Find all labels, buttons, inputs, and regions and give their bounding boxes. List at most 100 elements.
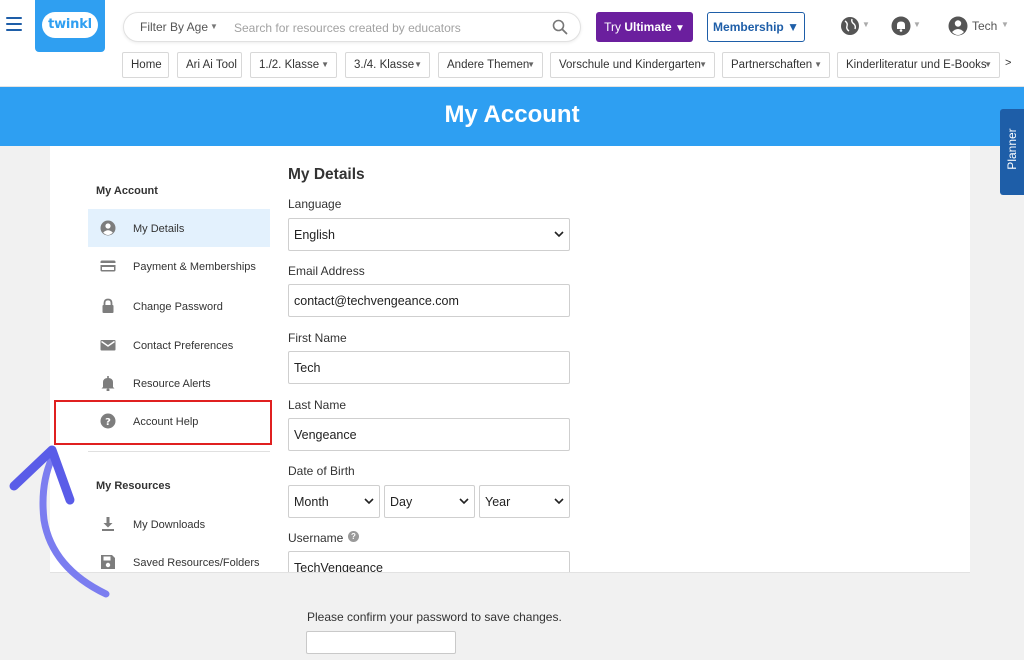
dob-month-value: Month xyxy=(294,495,329,509)
nav-item-vorschule[interactable]: Vorschule und Kindergarten ▼ xyxy=(550,52,715,78)
my-details-title: My Details xyxy=(288,166,365,183)
nav-item-label: Vorschule und Kindergarten xyxy=(559,59,701,71)
download-icon xyxy=(102,517,114,531)
nav-item-label: Kinderliteratur und E-Books xyxy=(846,59,987,71)
ultimate-prefix: Try xyxy=(604,20,625,34)
chevron-down-icon: ▼ xyxy=(414,60,422,69)
help-circle-icon: ? xyxy=(100,413,116,429)
nav-item-label: Andere Themen xyxy=(447,59,530,71)
user-name-label[interactable]: Tech xyxy=(972,19,997,33)
dob-day-select[interactable]: Day xyxy=(384,485,475,518)
dob-year-select[interactable]: Year xyxy=(479,485,570,518)
last-name-label: Last Name xyxy=(288,398,347,412)
my-account-heading: My Account xyxy=(96,185,158,197)
chevron-down-icon xyxy=(554,498,564,505)
sidebar-item-label: Resource Alerts xyxy=(133,378,211,390)
sidebar-item-resource-alerts[interactable]: Resource Alerts xyxy=(88,364,270,402)
search-input[interactable] xyxy=(234,18,534,38)
sidebar-item-label: My Downloads xyxy=(133,519,206,531)
membership-button[interactable]: Membership ▼ xyxy=(707,12,805,42)
main-navigation: Home Ari Ai Tool 1./2. Klasse ▼ 3./4. Kl… xyxy=(0,52,1024,78)
svg-text:?: ? xyxy=(105,417,111,428)
nav-item-label: Ari Ai Tool xyxy=(186,59,237,71)
chevron-down-icon: ▼ xyxy=(1001,20,1009,29)
nav-item-label: 3./4. Klasse xyxy=(354,59,415,71)
floppy-disk-icon xyxy=(101,555,115,569)
nav-next-arrow-icon[interactable]: > xyxy=(1005,57,1011,69)
chevron-down-icon xyxy=(554,231,564,238)
my-resources-heading: My Resources xyxy=(96,480,171,492)
twinkl-logo[interactable]: twinkl xyxy=(35,0,105,52)
envelope-icon xyxy=(100,340,116,351)
user-avatar-icon[interactable] xyxy=(948,16,968,36)
logo-text: twinkl xyxy=(48,17,92,32)
dob-year-value: Year xyxy=(485,495,511,509)
globe-icon[interactable] xyxy=(840,16,860,36)
chevron-down-icon xyxy=(364,498,374,505)
dob-day-value: Day xyxy=(390,495,413,509)
username-help-icon[interactable]: ? xyxy=(348,531,359,542)
first-name-label: First Name xyxy=(288,331,347,345)
top-header: twinkl Filter By Age ▼ Try Ultimate ▼ Me… xyxy=(0,0,1024,87)
sidebar-divider xyxy=(88,451,270,452)
chevron-down-icon: ▼ xyxy=(321,60,329,69)
credit-card-icon xyxy=(100,260,116,272)
date-of-birth-label: Date of Birth xyxy=(288,464,355,478)
chevron-down-icon: ▼ xyxy=(814,60,822,69)
hamburger-menu-icon[interactable] xyxy=(6,17,22,33)
sidebar-item-my-details[interactable]: My Details xyxy=(88,209,270,247)
sidebar-item-label: Account Help xyxy=(133,416,199,428)
page-title: My Account xyxy=(444,101,580,128)
try-ultimate-button[interactable]: Try Ultimate ▼ xyxy=(596,12,693,42)
chevron-down-icon: ▼ xyxy=(675,23,685,34)
sidebar-item-contact-preferences[interactable]: Contact Preferences xyxy=(88,326,270,364)
confirm-password-text: Please confirm your password to save cha… xyxy=(307,610,562,624)
search-bar: Filter By Age ▼ xyxy=(123,12,581,42)
sidebar-item-label: Saved Resources/Folders xyxy=(133,557,260,569)
nav-item-klasse-1-2[interactable]: 1./2. Klasse ▼ xyxy=(250,52,337,78)
sidebar-item-label: Contact Preferences xyxy=(133,340,234,352)
nav-item-ari-ai-tool[interactable]: Ari Ai Tool xyxy=(177,52,242,78)
dob-month-select[interactable]: Month xyxy=(288,485,380,518)
nav-item-partnerschaften[interactable]: Partnerschaften ▼ xyxy=(722,52,830,78)
last-name-field[interactable] xyxy=(288,418,570,451)
notification-bell-icon[interactable] xyxy=(891,16,911,36)
sidebar-item-label: My Details xyxy=(133,223,185,235)
chevron-down-icon xyxy=(459,498,469,505)
nav-item-label: 1./2. Klasse xyxy=(259,59,320,71)
planner-label: Planner xyxy=(1005,128,1019,170)
sidebar-item-account-help[interactable]: ? Account Help xyxy=(88,402,270,440)
sidebar-item-my-downloads[interactable]: My Downloads xyxy=(88,505,270,543)
nav-item-label: Home xyxy=(131,59,162,71)
confirm-password-input[interactable] xyxy=(306,631,456,654)
sidebar-item-label: Payment & Memberships xyxy=(133,261,256,273)
nav-item-label: Partnerschaften xyxy=(731,59,813,71)
nav-item-klasse-3-4[interactable]: 3./4. Klasse ▼ xyxy=(345,52,430,78)
ultimate-label: Ultimate xyxy=(624,20,672,34)
search-icon[interactable] xyxy=(552,19,568,35)
planner-tab[interactable]: Planner xyxy=(1000,109,1024,195)
chevron-down-icon: ▼ xyxy=(984,60,992,69)
chevron-down-icon: ▼ xyxy=(862,20,870,29)
nav-item-andere-themen[interactable]: Andere Themen ▼ xyxy=(438,52,543,78)
sidebar-item-payment-memberships[interactable]: Payment & Memberships xyxy=(88,247,270,285)
filter-by-age-dropdown[interactable]: Filter By Age xyxy=(140,20,208,34)
chevron-down-icon: ▼ xyxy=(913,20,921,29)
user-circle-icon xyxy=(100,220,116,236)
lock-icon xyxy=(102,298,114,313)
email-field[interactable] xyxy=(288,284,570,317)
nav-item-home[interactable]: Home xyxy=(122,52,169,78)
username-label: Username xyxy=(288,531,344,545)
sidebar-item-change-password[interactable]: Change Password xyxy=(88,287,270,325)
page-banner: My Account xyxy=(0,87,1024,146)
email-label: Email Address xyxy=(288,264,365,278)
nav-item-kinderliteratur[interactable]: Kinderliteratur und E-Books ▼ xyxy=(837,52,1000,78)
chevron-down-icon: ▼ xyxy=(699,60,707,69)
chevron-down-icon: ▼ xyxy=(210,22,218,31)
bell-icon xyxy=(101,376,115,391)
language-select[interactable]: English xyxy=(288,218,570,251)
language-label: Language xyxy=(288,197,342,211)
language-value: English xyxy=(294,228,335,242)
first-name-field[interactable] xyxy=(288,351,570,384)
chevron-down-icon: ▼ xyxy=(527,60,535,69)
